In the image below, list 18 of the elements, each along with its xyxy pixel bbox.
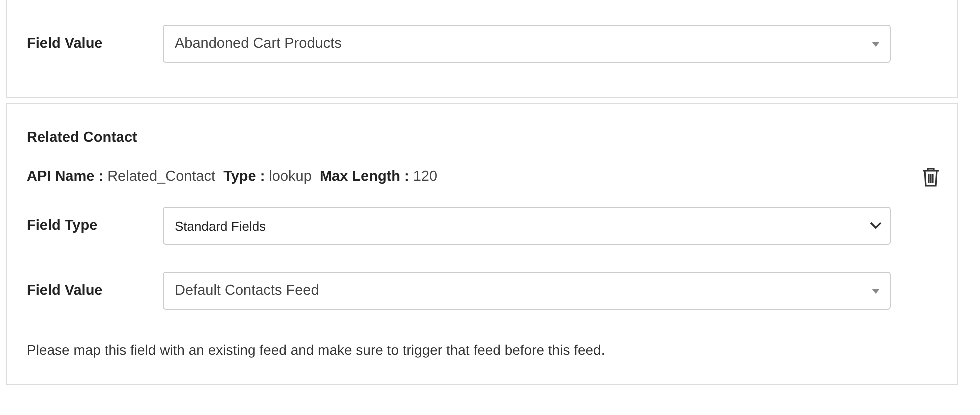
meta-value: 120 <box>413 169 438 185</box>
field-label: Field Value <box>27 36 104 52</box>
dropdown-field[interactable]: Standard Fields <box>163 207 891 245</box>
meta-label: Type : <box>224 169 266 185</box>
field-label: Field Type <box>27 218 99 234</box>
caret-icon <box>872 42 880 46</box>
help-text: Please map this field with an existing feed and make sure to trigger that feed before this feed. <box>27 342 606 358</box>
trash-icon[interactable] <box>922 167 940 187</box>
meta-label: API Name : <box>27 169 104 185</box>
dropdown-field[interactable]: Abandoned Cart Products <box>163 25 891 63</box>
dropdown-field[interactable]: Default Contacts Feed <box>163 272 891 310</box>
field-label: Field Value <box>27 283 104 299</box>
meta-value: Related_Contact <box>108 169 216 185</box>
caret-icon <box>872 288 880 294</box>
meta-label: Max Length : <box>320 169 410 185</box>
chevron-icon <box>870 222 882 230</box>
meta-value: lookup <box>269 169 312 185</box>
section-title: Related Contact <box>27 129 138 148</box>
